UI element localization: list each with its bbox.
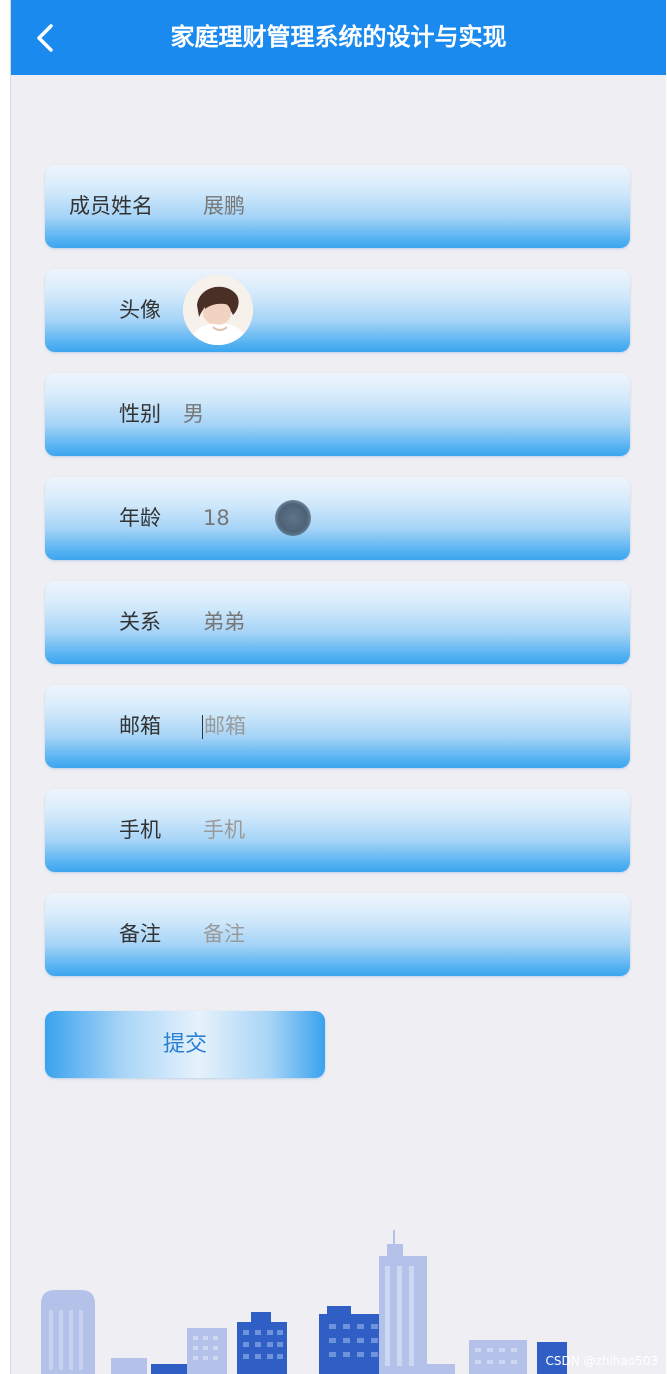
submit-button[interactable]: 提交 [45,1011,325,1078]
app-frame: 家庭理财管理系统的设计与实现 成员姓名 展鹏 头像 性别 男 年龄 18 关系 … [10,0,666,1374]
phone-label: 手机 [119,818,161,842]
name-input[interactable]: 展鹏 [203,165,245,248]
name-label: 成员姓名 [69,194,153,218]
age-field-row[interactable]: 年龄 18 [45,477,630,560]
gender-label: 性别 [119,402,161,426]
gender-select[interactable]: 男 [183,373,204,456]
page-title: 家庭理财管理系统的设计与实现 [170,23,507,51]
phone-input[interactable]: 手机 [203,789,245,872]
email-label: 邮箱 [119,714,161,738]
avatar-image-icon [183,275,253,345]
chevron-left-icon [37,24,53,52]
relation-label: 关系 [119,610,161,634]
header-bar: 家庭理财管理系统的设计与实现 [11,0,666,75]
age-input[interactable]: 18 [203,477,230,560]
avatar[interactable] [183,275,253,345]
age-label: 年龄 [119,506,161,530]
relation-field-row[interactable]: 关系 弟弟 [45,581,630,664]
email-field-row[interactable]: 邮箱 邮箱 [45,685,630,768]
relation-input[interactable]: 弟弟 [203,581,245,664]
name-field-row[interactable]: 成员姓名 展鹏 [45,165,630,248]
text-caret [202,715,203,739]
avatar-label: 头像 [119,298,161,322]
touch-indicator [275,500,311,536]
avatar-field-row[interactable]: 头像 [45,269,630,352]
note-label: 备注 [119,922,161,946]
phone-field-row[interactable]: 手机 手机 [45,789,630,872]
email-placeholder: 邮箱 [204,714,246,738]
email-input[interactable]: 邮箱 [202,685,246,768]
watermark-text: CSDN @zhihao503 [545,1354,658,1368]
gender-field-row[interactable]: 性别 男 [45,373,630,456]
note-field-row[interactable]: 备注 备注 [45,893,630,976]
note-input[interactable]: 备注 [203,893,245,976]
city-skyline-illustration [41,1230,567,1374]
back-button[interactable] [31,18,67,58]
